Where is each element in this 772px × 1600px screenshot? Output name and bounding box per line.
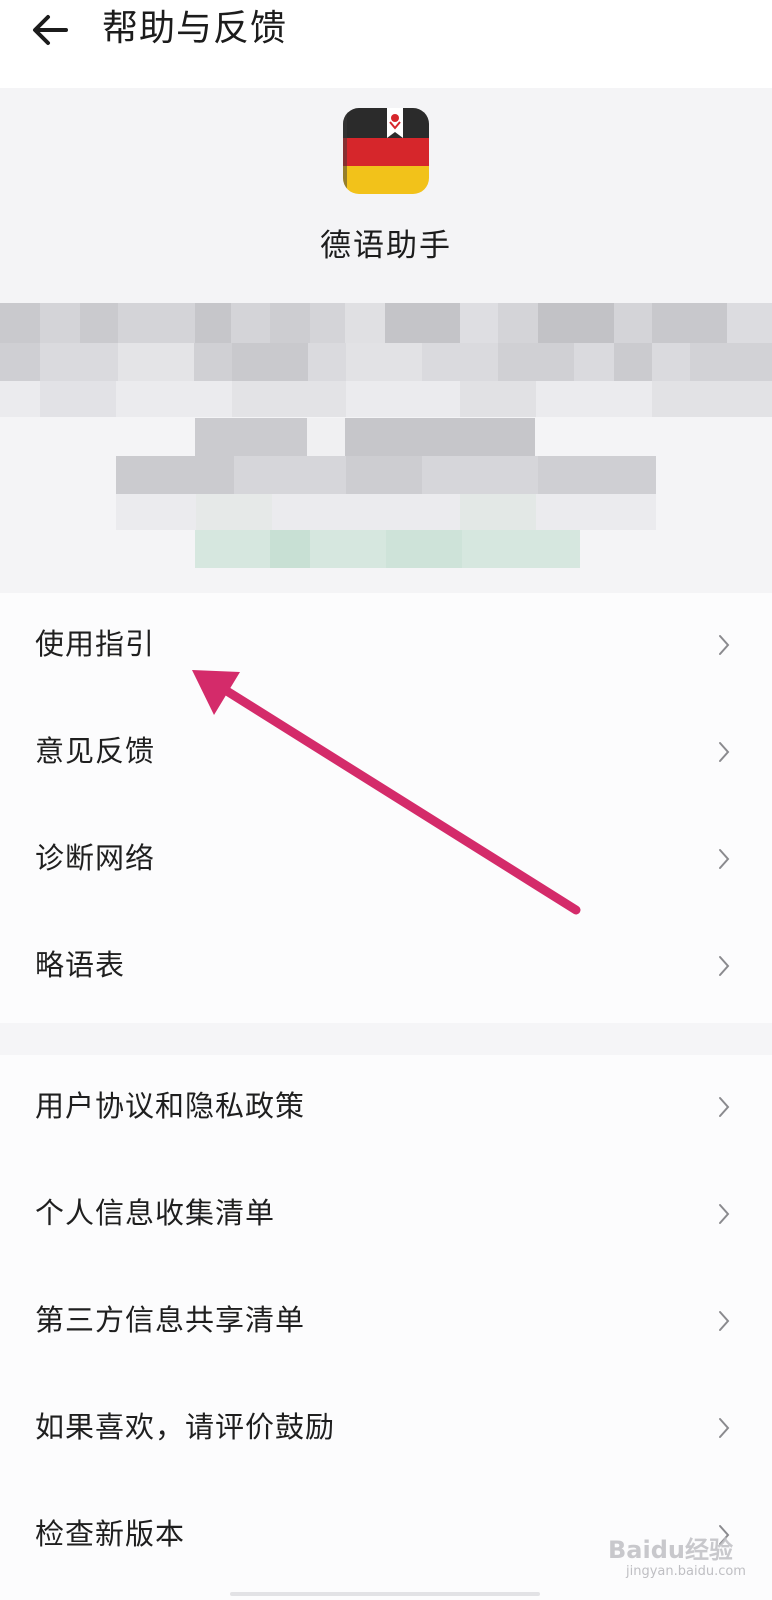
app-info-card: 德语助手 [0, 88, 772, 593]
menu-item-third-party-sharing[interactable]: 第三方信息共享清单 [0, 1269, 772, 1376]
menu-item-user-guide[interactable]: 使用指引 [0, 593, 772, 700]
blurred-app-info [0, 88, 772, 593]
chevron-right-icon [719, 1097, 730, 1117]
chevron-right-icon [719, 635, 730, 655]
menu-item-label: 略语表 [35, 948, 126, 982]
chevron-right-icon [719, 1204, 730, 1224]
help-menu-section: 使用指引 意见反馈 诊断网络 略语表 [0, 593, 772, 1023]
chevron-right-icon [719, 1311, 730, 1331]
menu-item-label: 用户协议和隐私政策 [35, 1089, 306, 1123]
menu-item-feedback[interactable]: 意见反馈 [0, 700, 772, 807]
arrow-left-icon[interactable] [28, 8, 72, 52]
chevron-right-icon [719, 742, 730, 762]
menu-item-label: 第三方信息共享清单 [35, 1303, 306, 1337]
menu-item-label: 诊断网络 [35, 841, 156, 875]
chevron-right-icon [719, 1418, 730, 1438]
baidu-watermark: Baidu经验 jingyan.baidu.com [590, 1510, 760, 1590]
menu-item-rate-app[interactable]: 如果喜欢，请评价鼓励 [0, 1376, 772, 1483]
menu-item-label: 如果喜欢，请评价鼓励 [35, 1410, 336, 1444]
watermark-url: jingyan.baidu.com [626, 1564, 746, 1579]
menu-item-label: 检查新版本 [35, 1517, 186, 1551]
page-title: 帮助与反馈 [102, 8, 288, 49]
menu-item-personal-info-list[interactable]: 个人信息收集清单 [0, 1162, 772, 1269]
watermark-text: Baidu经验 [608, 1536, 733, 1564]
chevron-right-icon [719, 849, 730, 869]
menu-item-user-agreement-privacy[interactable]: 用户协议和隐私政策 [0, 1055, 772, 1162]
home-indicator [230, 1592, 540, 1596]
menu-item-network-diagnosis[interactable]: 诊断网络 [0, 807, 772, 914]
menu-item-label: 意见反馈 [35, 734, 156, 768]
top-bar: 帮助与反馈 [0, 0, 772, 88]
chevron-right-icon [719, 956, 730, 976]
menu-item-label: 使用指引 [35, 627, 156, 661]
menu-item-label: 个人信息收集清单 [35, 1196, 276, 1230]
menu-item-abbreviations[interactable]: 略语表 [0, 914, 772, 1021]
